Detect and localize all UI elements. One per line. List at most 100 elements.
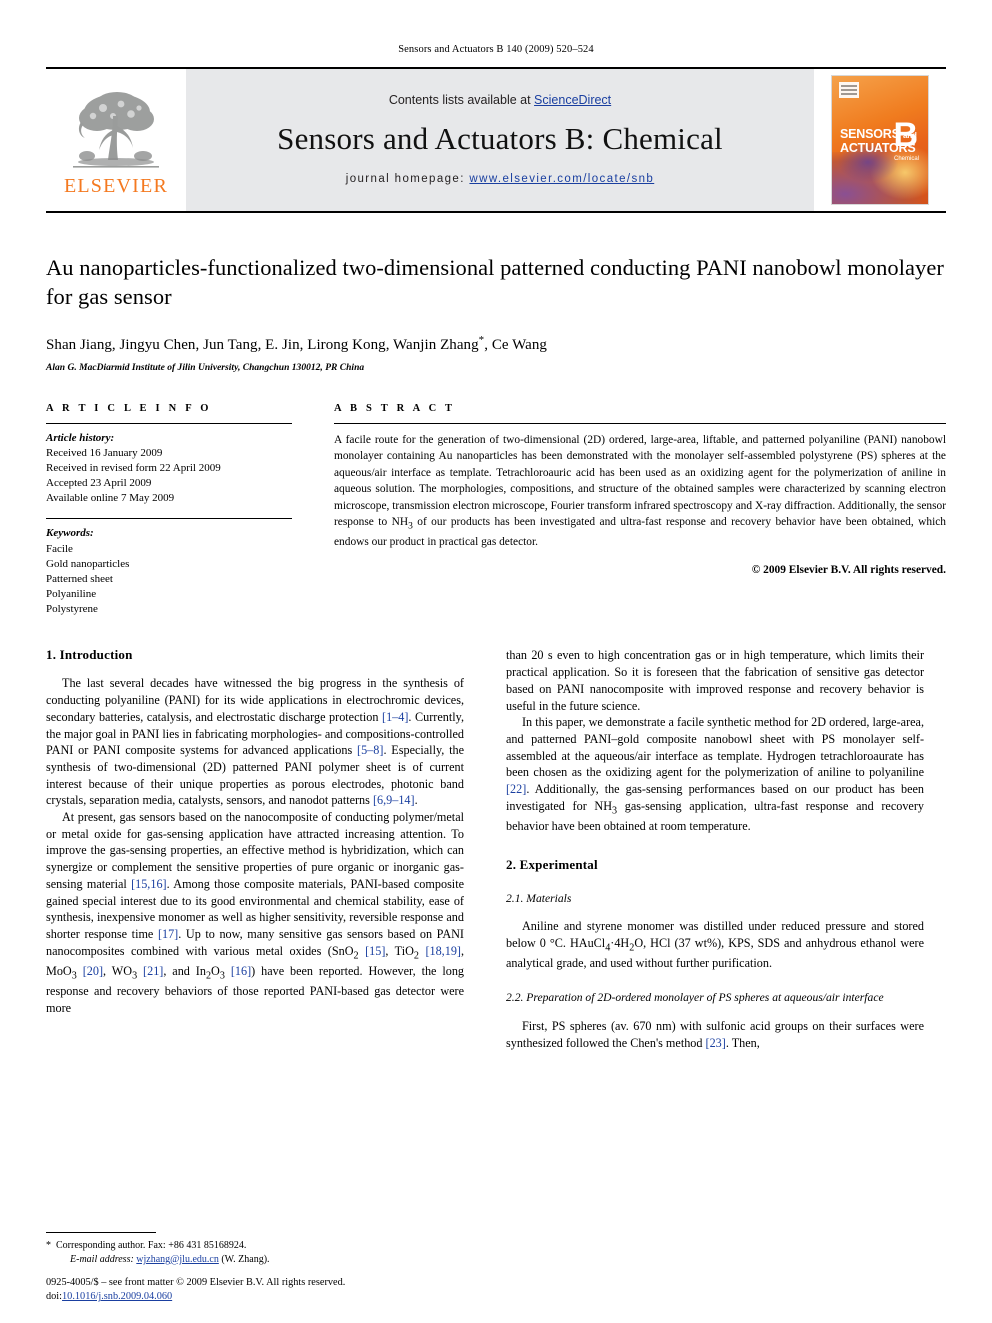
- doi-line: doi:10.1016/j.snb.2009.04.060: [46, 1290, 506, 1305]
- article-page: Sensors and Actuators B 140 (2009) 520–5…: [0, 0, 992, 1323]
- preparation-paragraph: First, PS spheres (av. 670 nm) with sulf…: [506, 1018, 924, 1051]
- history-item: Available online 7 May 2009: [46, 492, 175, 505]
- citation-link[interactable]: [20]: [83, 964, 103, 978]
- keyword-item: Polystyrene: [46, 603, 98, 616]
- contents-prefix: Contents lists available at: [388, 93, 535, 107]
- intro-p3-a: than 20 s even to high concentration gas…: [506, 648, 924, 713]
- footnote-star: *: [46, 1239, 51, 1251]
- subsection-heading-materials: 2.1. Materials: [506, 891, 572, 905]
- issn-line: 0925-4005/$ – see front matter © 2009 El…: [46, 1276, 346, 1288]
- email-tail: (W. Zhang).: [218, 1253, 270, 1265]
- intro-p2-h: O: [211, 964, 220, 978]
- citation-link[interactable]: [6,9–14]: [373, 793, 415, 807]
- abstract-part2: of our products has been investigated an…: [334, 516, 946, 549]
- corresponding-author-footnote: * Corresponding author. Fax: +86 431 8516…: [46, 1239, 464, 1267]
- affiliation: Alan G. MacDiarmid Institute of Jilin Un…: [46, 362, 365, 373]
- keyword-item: Gold nanoparticles: [46, 557, 130, 570]
- sciencedirect-link[interactable]: ScienceDirect: [534, 93, 611, 107]
- formula-subscript: 3: [219, 970, 225, 982]
- intro-p2-g: , and In: [163, 964, 206, 978]
- elsevier-tree-icon: [73, 86, 159, 174]
- info-abstract-row: A R T I C L E I N F O Article history: R…: [46, 403, 946, 618]
- corresponding-author-text: Corresponding author. Fax: +86 431 85168…: [56, 1239, 247, 1251]
- intro-p2-f: , WO: [103, 964, 133, 978]
- abstract-column: A B S T R A C T A facile route for the g…: [334, 403, 946, 618]
- abstract-text: A facile route for the generation of two…: [334, 424, 946, 551]
- page-title: Au nanoparticles-functionalized two-dime…: [46, 255, 944, 310]
- prep-b: . Then,: [725, 1035, 760, 1050]
- history-item: Received in revised form 22 April 2009: [46, 461, 221, 474]
- formula-subscript: 3: [132, 970, 138, 982]
- keywords-label: Keywords:: [46, 527, 94, 540]
- email-link[interactable]: wjzhang@jlu.edu.cn: [136, 1254, 219, 1265]
- homepage-prefix: journal homepage:: [345, 173, 470, 185]
- body-column-left: 1. Introduction The last several decades…: [46, 647, 464, 1051]
- citation-link[interactable]: [15]: [365, 944, 385, 958]
- history-item: Accepted 23 April 2009: [46, 477, 152, 490]
- subsection-heading-preparation: 2.2. Preparation of 2D-ordered monolayer…: [506, 991, 884, 1005]
- keyword-item: Facile: [46, 542, 73, 555]
- cover-series-sub: Chemical: [893, 156, 919, 162]
- keyword-item: Patterned sheet: [46, 572, 113, 585]
- citation-link[interactable]: [16]: [231, 964, 251, 978]
- journal-title: Sensors and Actuators B: Chemical: [277, 121, 723, 156]
- abstract-heading: A B S T R A C T: [334, 402, 456, 414]
- formula-subscript: 3: [71, 970, 77, 982]
- journal-banner: Contents lists available at ScienceDirec…: [186, 69, 814, 211]
- intro-paragraph-4: In this paper, we demonstrate a facile s…: [506, 714, 924, 835]
- elsevier-wordmark: ELSEVIER: [63, 175, 169, 197]
- citation-link[interactable]: [23]: [706, 1036, 726, 1050]
- footnote-rule: [46, 1231, 156, 1233]
- journal-homepage-link[interactable]: www.elsevier.com/locate/snb: [469, 173, 654, 185]
- citation-link[interactable]: [17]: [158, 927, 178, 941]
- footnote-block: * Corresponding author. Fax: +86 431 8516…: [46, 1231, 464, 1267]
- citation-link[interactable]: [18,19]: [425, 944, 461, 958]
- cover-line1: SENSORS: [840, 127, 900, 141]
- cover-series-letter: B: [893, 116, 918, 154]
- journal-masthead: ELSEVIER Contents lists available at Sci…: [46, 67, 946, 213]
- citation-link[interactable]: [21]: [143, 964, 163, 978]
- citation-link[interactable]: [22]: [506, 782, 526, 796]
- materials-paragraph: Aniline and styrene monomer was distille…: [506, 918, 924, 972]
- intro-paragraph-2: At present, gas sensors based on the nan…: [46, 809, 464, 1017]
- section-heading-introduction: 1. Introduction: [46, 647, 133, 663]
- intro-paragraph-3: than 20 s even to high concentration gas…: [506, 647, 924, 714]
- citation-link[interactable]: [15,16]: [131, 877, 167, 891]
- journal-cover-thumbnail: SENSORS and ACTUATORS B Chemical: [831, 75, 929, 205]
- authors-tail: , Ce Wang: [484, 336, 547, 353]
- section-heading-experimental: 2. Experimental: [506, 856, 598, 872]
- copyright-line: © 2009 Elsevier B.V. All rights reserved…: [751, 563, 946, 576]
- formula-subscript: 2: [353, 950, 359, 962]
- article-info-column: A R T I C L E I N F O Article history: R…: [46, 403, 292, 618]
- doi-link[interactable]: 10.1016/j.snb.2009.04.060: [62, 1291, 172, 1302]
- journal-homepage-line: journal homepage: www.elsevier.com/locat…: [346, 173, 654, 185]
- citation-link[interactable]: [5–8]: [357, 743, 383, 757]
- keyword-item: Polyaniline: [46, 588, 97, 601]
- cover-elsevier-icon: [839, 82, 859, 98]
- body-columns: 1. Introduction The last several decades…: [46, 647, 946, 1051]
- contents-available-line: Contents lists available at ScienceDirec…: [389, 93, 611, 107]
- article-history-label: Article history:: [46, 431, 115, 444]
- doi-label: doi:: [46, 1291, 63, 1303]
- article-history: Article history: Received 16 January 200…: [46, 424, 292, 507]
- body-column-right: than 20 s even to high concentration gas…: [506, 647, 924, 1051]
- running-head: Sensors and Actuators B 140 (2009) 520–5…: [398, 44, 594, 55]
- authors-main: Shan Jiang, Jingyu Chen, Jun Tang, E. Ji…: [46, 336, 479, 353]
- materials-b: ·4H: [610, 936, 630, 951]
- citation-link[interactable]: [1–4]: [382, 710, 408, 724]
- author-list: Shan Jiang, Jingyu Chen, Jun Tang, E. Ji…: [46, 334, 946, 354]
- history-item: Received 16 January 2009: [46, 446, 163, 459]
- intro-paragraph-1: The last several decades have witnessed …: [46, 675, 464, 809]
- formula-subscript: 2: [413, 950, 419, 962]
- issn-doi-footer: 0925-4005/$ – see front matter © 2009 El…: [46, 1276, 506, 1305]
- intro-p4-a: In this paper, we demonstrate a facile s…: [506, 715, 924, 780]
- keywords-block: Keywords: Facile Gold nanoparticles Patt…: [46, 519, 292, 617]
- email-label: E-mail address:: [70, 1253, 134, 1265]
- intro-p1-d: .: [414, 793, 418, 808]
- intro-p2-d: , TiO: [385, 943, 414, 958]
- journal-cover-cell: SENSORS and ACTUATORS B Chemical: [814, 69, 946, 211]
- elsevier-logo: ELSEVIER: [46, 69, 186, 211]
- title-block: Au nanoparticles-functionalized two-dime…: [46, 213, 946, 373]
- abstract-part1: A facile route for the generation of two…: [334, 433, 946, 529]
- article-info-heading: A R T I C L E I N F O: [46, 402, 212, 414]
